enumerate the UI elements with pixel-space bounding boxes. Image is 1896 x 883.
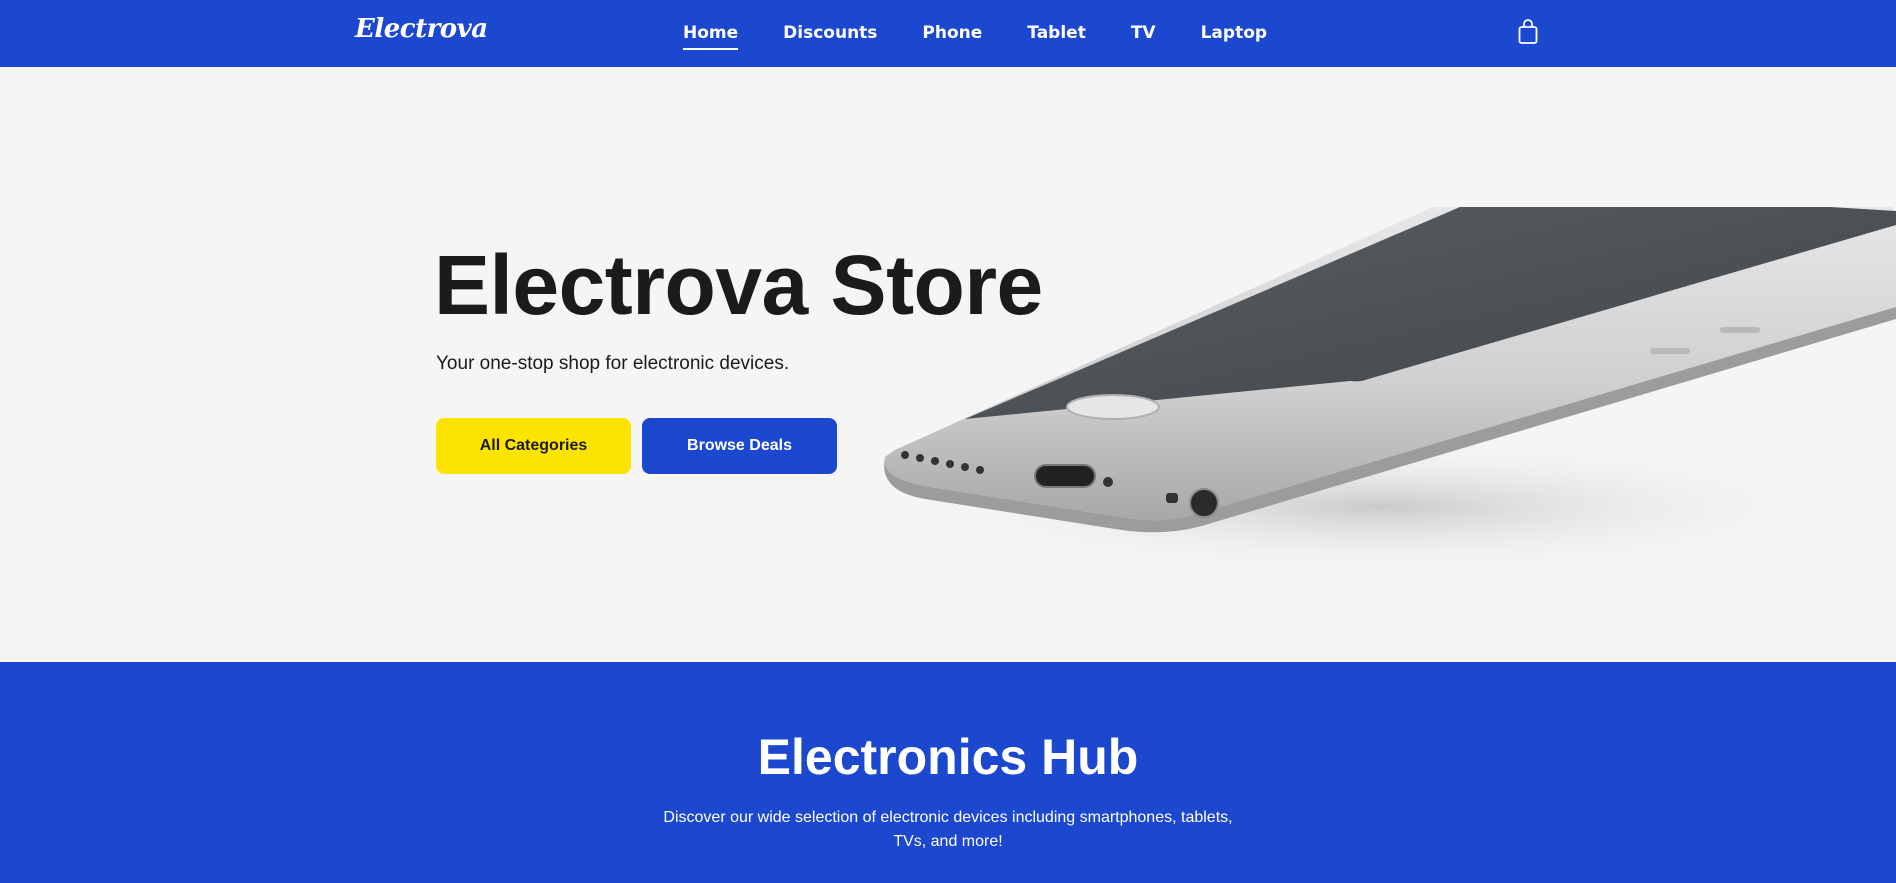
nav-item-home[interactable]: Home: [683, 23, 739, 50]
logo[interactable]: Electrova: [355, 14, 488, 44]
main-nav: Home Discounts Phone Tablet TV Laptop: [683, 0, 1312, 67]
electronics-hub-section: Electronics Hub Discover our wide select…: [0, 662, 1896, 883]
nav-item-tv[interactable]: TV: [1131, 23, 1156, 45]
nav-item-laptop[interactable]: Laptop: [1201, 23, 1267, 45]
all-categories-button[interactable]: All Categories: [436, 418, 631, 474]
hero-title: Electrova Store: [434, 238, 1043, 332]
hub-title: Electronics Hub: [757, 729, 1139, 785]
hero-section: Electrova Store Your one-stop shop for e…: [0, 67, 1896, 662]
nav-item-discounts[interactable]: Discounts: [783, 23, 877, 45]
hero-subtitle: Your one-stop shop for electronic device…: [436, 353, 790, 374]
hub-description: Discover our wide selection of electroni…: [663, 809, 1233, 850]
nav-item-phone[interactable]: Phone: [922, 23, 982, 45]
browse-deals-button[interactable]: Browse Deals: [642, 418, 837, 474]
shopping-bag-icon[interactable]: [1517, 19, 1539, 45]
top-navbar: Electrova Home Discounts Phone Tablet TV…: [0, 0, 1896, 67]
nav-item-tablet[interactable]: Tablet: [1027, 23, 1086, 45]
